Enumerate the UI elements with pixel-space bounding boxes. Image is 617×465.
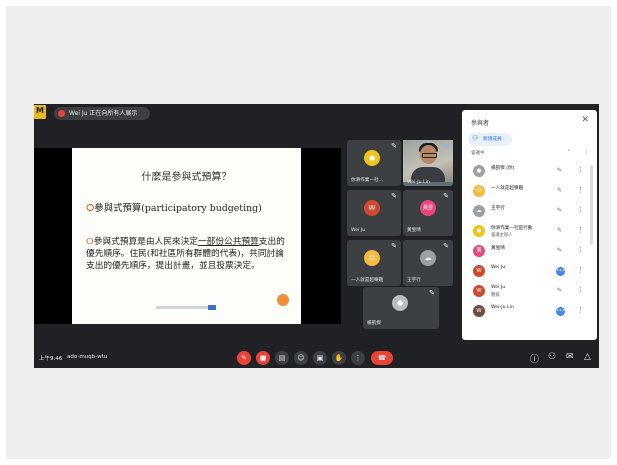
- hangup-button[interactable]: ☎: [371, 351, 393, 365]
- participant-row[interactable]: W Wei-Ju Lin ••• ⋮: [462, 302, 597, 322]
- participant-row[interactable]: ☺ 一人就是超樂趣 ✎ ⋮: [462, 182, 597, 202]
- slide-bullet-1: ⵔ參與式預算(participatory budgeting): [86, 203, 262, 214]
- avatar: W: [364, 200, 380, 216]
- more-options-button[interactable]: ⋮: [351, 351, 365, 365]
- emoji-button[interactable]: ☺: [294, 351, 308, 365]
- avatar: W: [473, 265, 485, 277]
- mic-off-icon: ✎: [557, 227, 563, 234]
- more-icon[interactable]: ⋮: [577, 246, 584, 254]
- slide-title: 什麼是參與式預算？: [141, 172, 232, 183]
- presenting-badge[interactable]: Wei Ju 正在向所有人展示: [54, 107, 150, 120]
- in-meeting-section[interactable]: 會議中 ⌃ ⋮: [471, 149, 589, 156]
- avatar: ☁: [473, 205, 485, 217]
- captions-button[interactable]: ▤: [275, 351, 289, 365]
- participant-row[interactable]: W Wei Ju ••• ⋮: [462, 262, 597, 282]
- avatar: W: [473, 285, 485, 297]
- mic-off-icon: ✎: [391, 142, 397, 150]
- mic-off-icon: ✎: [443, 192, 449, 200]
- mic-off-icon: ✎: [557, 287, 563, 294]
- bottom-bar: 上午9:46 ado-muqb-wtu ✎ ■ ▤ ☺ ▣ ✋ ⋮ ☎ ⓘ ⚇ …: [34, 348, 599, 368]
- avatar: ●: [473, 165, 485, 177]
- raise-hand-button[interactable]: ✋: [332, 351, 346, 365]
- mic-off-icon: ✎: [391, 242, 397, 250]
- slide-link-bar: [156, 306, 208, 309]
- participant-row[interactable]: ● 你滑作業一社區行動 會議主辦人 ✎ ⋮: [462, 222, 597, 242]
- panel-title: 參與者: [471, 120, 490, 127]
- avatar: 黃昱: [420, 200, 436, 216]
- participant-tile[interactable]: ✎ W Wei Ju: [347, 190, 401, 236]
- mic-off-icon: ✎: [557, 207, 563, 214]
- more-icon[interactable]: ⋮: [577, 166, 584, 174]
- chat-icon[interactable]: ✉: [566, 352, 574, 362]
- slide-bullet-2: ⵔ參與式預算是由人民來決定一部份公共預算支出的優先順序。住民(和社區所有群體的代…: [86, 237, 285, 271]
- meet-logo: M: [34, 105, 46, 119]
- participant-row[interactable]: ● 楊凱傑 (你) ✎ ⋮: [462, 162, 597, 182]
- participant-tile[interactable]: ✎ ☺ 一人就是超樂趣: [347, 240, 401, 286]
- close-icon[interactable]: ✕: [581, 115, 589, 125]
- participant-tile[interactable]: ✎ 黃昱 黃昱晴: [403, 190, 453, 236]
- avatar: ●: [473, 225, 485, 237]
- chevron-up-icon: ⌃: [566, 149, 571, 155]
- mic-off-icon: ✎: [391, 192, 397, 200]
- more-icon[interactable]: ⋮: [577, 226, 584, 234]
- avatar: ●: [392, 295, 408, 311]
- slide-link-button[interactable]: [208, 305, 216, 310]
- people-icon[interactable]: ⚇: [548, 352, 556, 362]
- mic-off-icon: ✎: [557, 187, 563, 194]
- mic-off-icon: ✎: [557, 247, 563, 254]
- more-icon[interactable]: ⋮: [577, 306, 584, 314]
- info-icon[interactable]: ⓘ: [530, 352, 539, 365]
- more-icon[interactable]: ⋮: [577, 286, 584, 294]
- avatar: ☁: [420, 250, 436, 266]
- speaking-icon: •••: [556, 307, 565, 316]
- participant-tile[interactable]: ✎ ☁ 王宇行: [403, 240, 453, 286]
- avatar: ☺: [473, 185, 485, 197]
- presenting-label: Wei Ju 正在向所有人展示: [69, 110, 138, 117]
- mic-toggle-button[interactable]: ✎: [237, 351, 251, 365]
- present-button[interactable]: ▣: [313, 351, 327, 365]
- speaking-icon: ◉: [442, 142, 449, 150]
- mic-off-icon: ✎: [443, 242, 449, 250]
- avatar: W: [473, 305, 485, 317]
- add-people-button[interactable]: ⚇ 新增成員: [468, 133, 512, 146]
- participant-tile-camera[interactable]: ◉ Wei-Ju Lin: [403, 140, 453, 186]
- meeting-code[interactable]: ado-muqb-wtu: [67, 354, 107, 360]
- add-person-icon: ⚇: [472, 134, 479, 142]
- participant-tile[interactable]: ✎ ● 楊凱傑: [363, 287, 439, 329]
- activities-icon[interactable]: △: [584, 352, 591, 362]
- meeting-time: 上午9:46: [39, 356, 63, 362]
- more-icon[interactable]: ⋮: [577, 266, 584, 274]
- mic-off-icon: ✎: [429, 289, 435, 297]
- slide: 什麼是參與式預算？ ⵔ參與式預算(participatory budgeting…: [72, 148, 301, 324]
- participants-panel: 參與者 ✕ ⚇ 新增成員 會議中 ⌃ ⋮ ● 楊凱傑 (你) ✎ ⋮ ☺ 一人就…: [462, 110, 597, 340]
- avatar: ☺: [364, 250, 380, 266]
- top-bar: M Wei Ju 正在向所有人展示: [34, 104, 454, 124]
- camera-toggle-button[interactable]: ■: [256, 351, 270, 365]
- presenting-icon: [58, 110, 65, 117]
- avatar: ●: [364, 150, 380, 166]
- participant-row[interactable]: 黃 黃昱晴 ✎ ⋮: [462, 242, 597, 262]
- participant-row[interactable]: W Wei Ju 簡報 ✎ ⋮: [462, 282, 597, 302]
- participant-row[interactable]: ☁ 王宇行 ✎ ⋮: [462, 202, 597, 222]
- avatar: 黃: [473, 245, 485, 257]
- more-icon[interactable]: ⋮: [577, 206, 584, 214]
- participant-tile[interactable]: ✎ ● 你滑作業一社...: [347, 140, 401, 186]
- presentation-stage[interactable]: 什麼是參與式預算？ ⵔ參與式預算(participatory budgeting…: [34, 148, 341, 324]
- more-icon: ⋮: [584, 149, 589, 155]
- more-icon[interactable]: ⋮: [577, 186, 584, 194]
- mic-off-icon: ✎: [557, 167, 563, 174]
- slide-orange-dot: [277, 294, 289, 306]
- speaking-icon: •••: [556, 267, 565, 276]
